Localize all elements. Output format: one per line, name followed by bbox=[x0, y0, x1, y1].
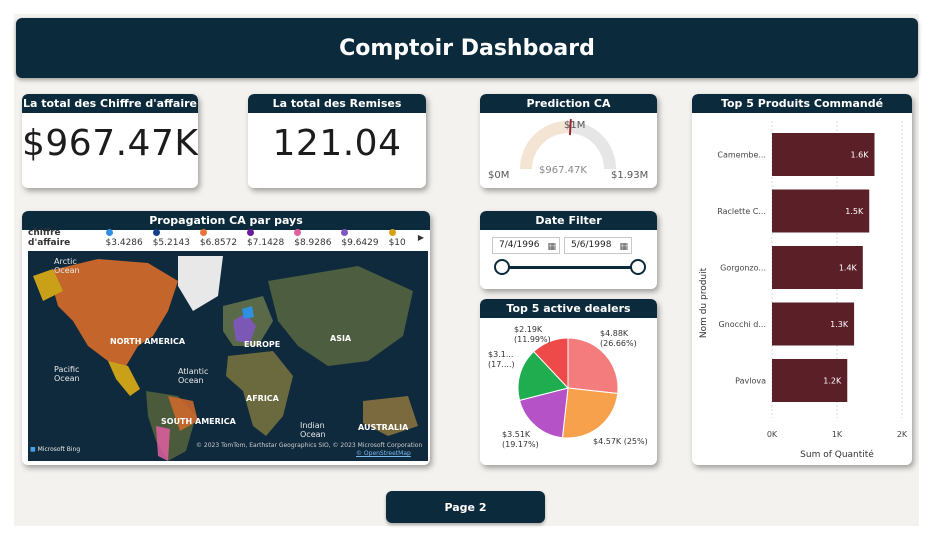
pie-label: $3.51K (19.17%) bbox=[502, 430, 539, 449]
dashboard-header: Comptoir Dashboard bbox=[16, 18, 918, 78]
legend-item: $8.9286 bbox=[294, 228, 335, 248]
legend-swatch bbox=[105, 228, 113, 236]
gauge-target-label: $1M bbox=[564, 120, 586, 131]
start-date-input[interactable]: 7/4/1996 ▦ bbox=[492, 237, 560, 254]
gauge-min-label: $0M bbox=[488, 170, 510, 181]
label-indian-ocean: Indian Ocean bbox=[300, 421, 326, 439]
gauge-title: Prediction CA bbox=[480, 94, 657, 113]
x-tick-label: 2K bbox=[897, 430, 908, 439]
map-legend: chiffre d'affaire $3.4286 $5.2143 $6.857… bbox=[22, 227, 430, 248]
map-card[interactable]: Propagation CA par pays chiffre d'affair… bbox=[22, 211, 430, 465]
bar-chart-title: Top 5 Produits Commandé bbox=[692, 94, 912, 113]
date-filter-title: Date Filter bbox=[480, 211, 657, 230]
bar-data-label: 1.6K bbox=[851, 151, 870, 160]
x-tick-label: 1K bbox=[832, 430, 843, 439]
calendar-icon[interactable]: ▦ bbox=[619, 240, 628, 255]
label-north-america: NORTH AMERICA bbox=[110, 337, 186, 346]
prediction-gauge-card[interactable]: Prediction CA $1M $0M $967.47K $1.93M bbox=[480, 94, 657, 188]
label-australia: AUSTRALIA bbox=[358, 423, 409, 432]
legend-swatch bbox=[199, 228, 207, 236]
legend-item: $7.1428 bbox=[247, 228, 288, 248]
bar-x-axis-label: Sum of Quantité bbox=[800, 449, 874, 460]
legend-next-arrow[interactable]: ▶ bbox=[418, 233, 424, 242]
legend-item: $3.4286 bbox=[105, 228, 147, 248]
x-tick-label: 0K bbox=[767, 430, 778, 439]
page-2-button[interactable]: Page 2 bbox=[386, 491, 545, 523]
gauge-max-label: $1.93M bbox=[611, 170, 649, 181]
y-tick-label: Camembe... bbox=[717, 151, 766, 160]
osm-link[interactable]: © OpenStreetMap bbox=[356, 449, 411, 458]
bar-chart: Nom du produit Sum of Quantité 0K 1K 2K Cam… bbox=[699, 121, 908, 460]
label-europe: EUROPE bbox=[244, 340, 281, 349]
gauge-value-label: $967.47K bbox=[539, 165, 587, 176]
date-slider-track[interactable] bbox=[502, 266, 638, 269]
pie-label: $4.88K (26.66%) bbox=[600, 329, 637, 348]
region-argentina bbox=[156, 426, 170, 461]
legend-item: $5.2143 bbox=[152, 228, 194, 248]
kpi-value: $967.47K bbox=[22, 123, 198, 164]
kpi-value: 121.04 bbox=[272, 123, 402, 164]
bar-data-label: 1.5K bbox=[845, 207, 864, 216]
pie-title: Top 5 active dealers bbox=[480, 299, 657, 318]
pie-label: $2.19K (11.99%) bbox=[514, 325, 551, 344]
end-date-input[interactable]: 5/6/1998 ▦ bbox=[564, 237, 632, 254]
world-map[interactable]: Arctic Ocean NORTH AMERICA EUROPE ASIA P… bbox=[28, 251, 428, 461]
date-filter-card[interactable]: Date Filter 7/4/1996 ▦ 5/6/1998 ▦ bbox=[480, 211, 657, 289]
legend-swatch bbox=[388, 228, 396, 236]
bar-y-axis-label: Nom du produit bbox=[699, 267, 709, 338]
kpi-card-chiffre-affaire[interactable]: La total des Chiffre d'affaire $967.47K bbox=[22, 94, 198, 188]
date-slider-start-handle[interactable] bbox=[494, 259, 510, 275]
label-atlantic-ocean: Atlantic Ocean bbox=[178, 367, 209, 385]
top-produits-card[interactable]: Top 5 Produits Commandé Nom du produit S… bbox=[692, 94, 912, 465]
kpi-card-remises[interactable]: La total des Remises 121.04 bbox=[248, 94, 426, 188]
legend-swatch bbox=[247, 228, 255, 236]
label-arctic-ocean: Arctic Ocean bbox=[54, 257, 80, 275]
bar-data-label: 1.3K bbox=[830, 320, 849, 329]
bar-marks bbox=[772, 133, 875, 402]
y-tick-label: Pavlova bbox=[735, 377, 766, 386]
pie-label: $4.57K (25%) bbox=[593, 437, 648, 446]
y-tick-label: Gorgonzo... bbox=[720, 264, 766, 273]
bing-logo: ■ Microsoft Bing bbox=[30, 446, 81, 453]
legend-item: $10 bbox=[388, 228, 412, 248]
pie-slice bbox=[561, 387, 619, 439]
date-slider-end-handle[interactable] bbox=[630, 259, 646, 275]
kpi-title: La total des Remises bbox=[248, 94, 426, 113]
label-south-america: SOUTH AMERICA bbox=[161, 417, 236, 426]
label-africa: AFRICA bbox=[246, 394, 279, 403]
y-tick-label: Raclette C... bbox=[717, 207, 766, 216]
kpi-title: La total des Chiffre d'affaire bbox=[22, 94, 198, 113]
gauge-fill bbox=[520, 121, 569, 169]
bar-data-label: 1.2K bbox=[823, 377, 842, 386]
legend-swatch bbox=[341, 228, 349, 236]
dealers-pie-card[interactable]: Top 5 active dealers $4.88K (26.66%) $4.… bbox=[480, 299, 657, 465]
legend-item: $9.6429 bbox=[341, 228, 382, 248]
page-title: Comptoir Dashboard bbox=[339, 35, 595, 61]
legend-item: $6.8572 bbox=[199, 228, 241, 248]
pie-label: $3.1... (17....) bbox=[488, 350, 515, 369]
y-tick-label: Gnocchi d... bbox=[718, 320, 766, 329]
label-pacific-ocean: Pacific Ocean bbox=[54, 365, 80, 383]
legend-swatch bbox=[152, 228, 160, 236]
label-asia: ASIA bbox=[330, 334, 352, 343]
legend-swatch bbox=[294, 228, 302, 236]
bar-data-label: 1.4K bbox=[839, 264, 858, 273]
calendar-icon[interactable]: ▦ bbox=[547, 240, 556, 255]
legend-title: chiffre d'affaire bbox=[28, 227, 71, 248]
